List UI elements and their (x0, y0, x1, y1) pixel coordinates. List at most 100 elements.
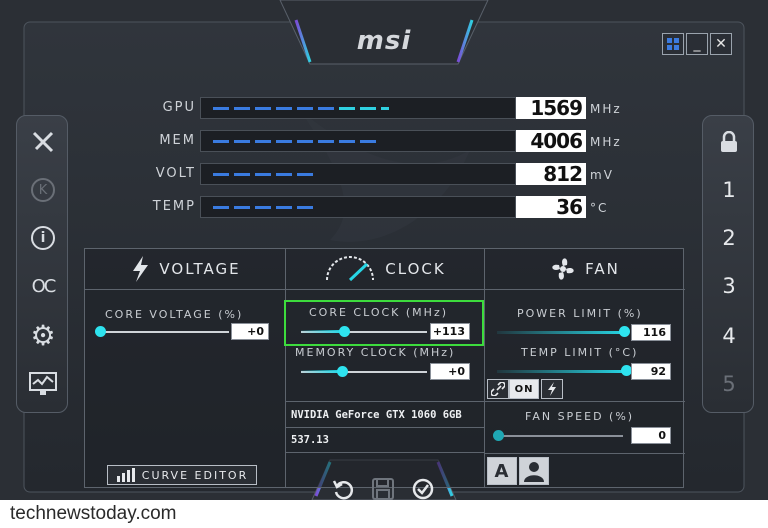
sync-button[interactable] (541, 379, 563, 399)
monitor-bar-segment (297, 140, 313, 143)
link-toggle-state[interactable]: ON (509, 379, 539, 399)
fan-speed-knob[interactable] (493, 430, 504, 441)
profile-4-button[interactable]: 4 (709, 316, 749, 356)
save-icon (372, 478, 394, 500)
monitor-bar-segment (318, 140, 334, 143)
profile-3-button[interactable]: 3 (709, 266, 749, 306)
monitor-bar-segment (234, 107, 250, 110)
monitor-bar-segment (234, 140, 250, 143)
gear-icon: ⚙ (30, 319, 56, 352)
monitor-chart-icon (29, 372, 57, 395)
profile-1-button[interactable]: 1 (709, 170, 749, 210)
save-button[interactable] (370, 476, 396, 502)
lock-button[interactable] (709, 122, 749, 162)
minimize-button[interactable]: _ (686, 33, 708, 55)
monitor-label: GPU (162, 100, 196, 115)
link-icon (491, 382, 505, 396)
lock-icon (721, 131, 737, 152)
profile-2-button[interactable]: 2 (709, 218, 749, 258)
monitor-unit: MHz (590, 102, 622, 116)
monitor-unit: MHz (590, 135, 622, 149)
monitor-bar-segment (276, 107, 292, 110)
monitor-unit: °C (590, 201, 609, 215)
monitor-bar-segment (276, 140, 292, 143)
windows-logo-icon[interactable] (662, 33, 684, 55)
k-boost-button[interactable]: K (23, 170, 63, 210)
core-clock-value[interactable]: +113 (430, 323, 470, 340)
memory-clock-knob[interactable] (337, 366, 348, 377)
settings-button[interactable]: ⚙ (23, 316, 63, 356)
monitor-bar-segment (234, 206, 250, 209)
monitor-value: 812 (516, 163, 586, 185)
monitor-bar-segment (360, 107, 376, 110)
monitor-bar-segment (276, 173, 292, 176)
monitor-bar-segment (234, 173, 250, 176)
bar-chart-icon (116, 468, 135, 482)
apply-button[interactable] (410, 476, 436, 502)
curve-editor-button[interactable]: CURVE EDITOR (107, 465, 257, 485)
kombustor-flame-icon (32, 131, 54, 153)
clock-header: CLOCK (285, 249, 484, 289)
control-panel: VOLTAGE CLOCK FAN CORE VOLTAGE (%) +0 CU… (84, 248, 685, 488)
info-divider (285, 427, 484, 428)
k-circle-icon: K (31, 178, 55, 202)
oc-scanner-button[interactable]: OC (23, 266, 63, 306)
monitor-bar (200, 163, 516, 185)
header-divider (85, 289, 685, 290)
core-voltage-knob[interactable] (95, 326, 106, 337)
monitor-bar-segment (381, 107, 389, 110)
fan-icon (552, 258, 574, 280)
user-icon (524, 462, 544, 482)
reset-button[interactable] (330, 476, 356, 502)
left-toolbar: K i OC ⚙ (16, 115, 68, 413)
core-voltage-label: CORE VOLTAGE (%) (105, 308, 244, 321)
lightning-icon (548, 382, 556, 396)
monitor-bar (200, 130, 516, 152)
monitor-bar-segment (255, 140, 271, 143)
link-button[interactable] (487, 379, 509, 399)
monitor-bar-segment (297, 206, 313, 209)
temp-limit-value[interactable]: 92 (631, 363, 671, 380)
monitor-label: VOLT (155, 166, 196, 181)
fan-auto-button[interactable]: A (487, 457, 517, 485)
monitor-bar-segment (297, 107, 313, 110)
fan-speed-label: FAN SPEED (%) (525, 410, 635, 423)
monitor-bar-segment (213, 107, 229, 110)
monitor-value: 4006 (516, 130, 586, 152)
gpu-name: NVIDIA GeForce GTX 1060 6GB (291, 409, 462, 421)
memory-clock-label: MEMORY CLOCK (MHz) (295, 346, 456, 359)
oc-scanner-icon: OC (31, 275, 57, 297)
reset-icon (332, 480, 354, 500)
monitor-button[interactable] (23, 364, 63, 404)
info-divider (285, 452, 484, 453)
close-button[interactable]: ✕ (710, 33, 732, 55)
monitor-bar-segment (213, 173, 229, 176)
power-limit-knob[interactable] (619, 326, 630, 337)
monitor-bar (200, 196, 516, 218)
memory-clock-value[interactable]: +0 (430, 363, 470, 380)
msi-logo: msi (356, 26, 412, 56)
profile-5-button[interactable]: 5 (709, 364, 749, 404)
monitor-bar-segment (339, 140, 355, 143)
voltage-header: VOLTAGE (85, 249, 285, 289)
info-icon: i (31, 226, 55, 250)
monitor-bar-segment (360, 140, 376, 143)
core-clock-knob[interactable] (339, 326, 350, 337)
driver-version: 537.13 (291, 434, 329, 446)
fan-speed-value[interactable]: 0 (631, 427, 671, 444)
kombustor-button[interactable] (23, 122, 63, 162)
fan-header: FAN (484, 249, 685, 289)
core-voltage-value[interactable]: +0 (231, 323, 269, 340)
info-button[interactable]: i (23, 218, 63, 258)
monitor-value: 1569 (516, 97, 586, 119)
power-limit-value[interactable]: 116 (631, 324, 671, 341)
lightning-icon (133, 256, 149, 282)
afterburner-window: msi _ ✕ K i OC ⚙ 1 2 3 4 5 GPU 1569 MHz … (0, 0, 768, 500)
speedometer-icon (326, 256, 375, 282)
monitor-bar-segment (255, 173, 271, 176)
apply-check-icon (412, 478, 434, 500)
monitor-bar-segment (276, 206, 292, 209)
monitor-bar-segment (255, 107, 271, 110)
fan-user-button[interactable] (519, 457, 549, 485)
monitor-unit: mV (590, 168, 614, 182)
